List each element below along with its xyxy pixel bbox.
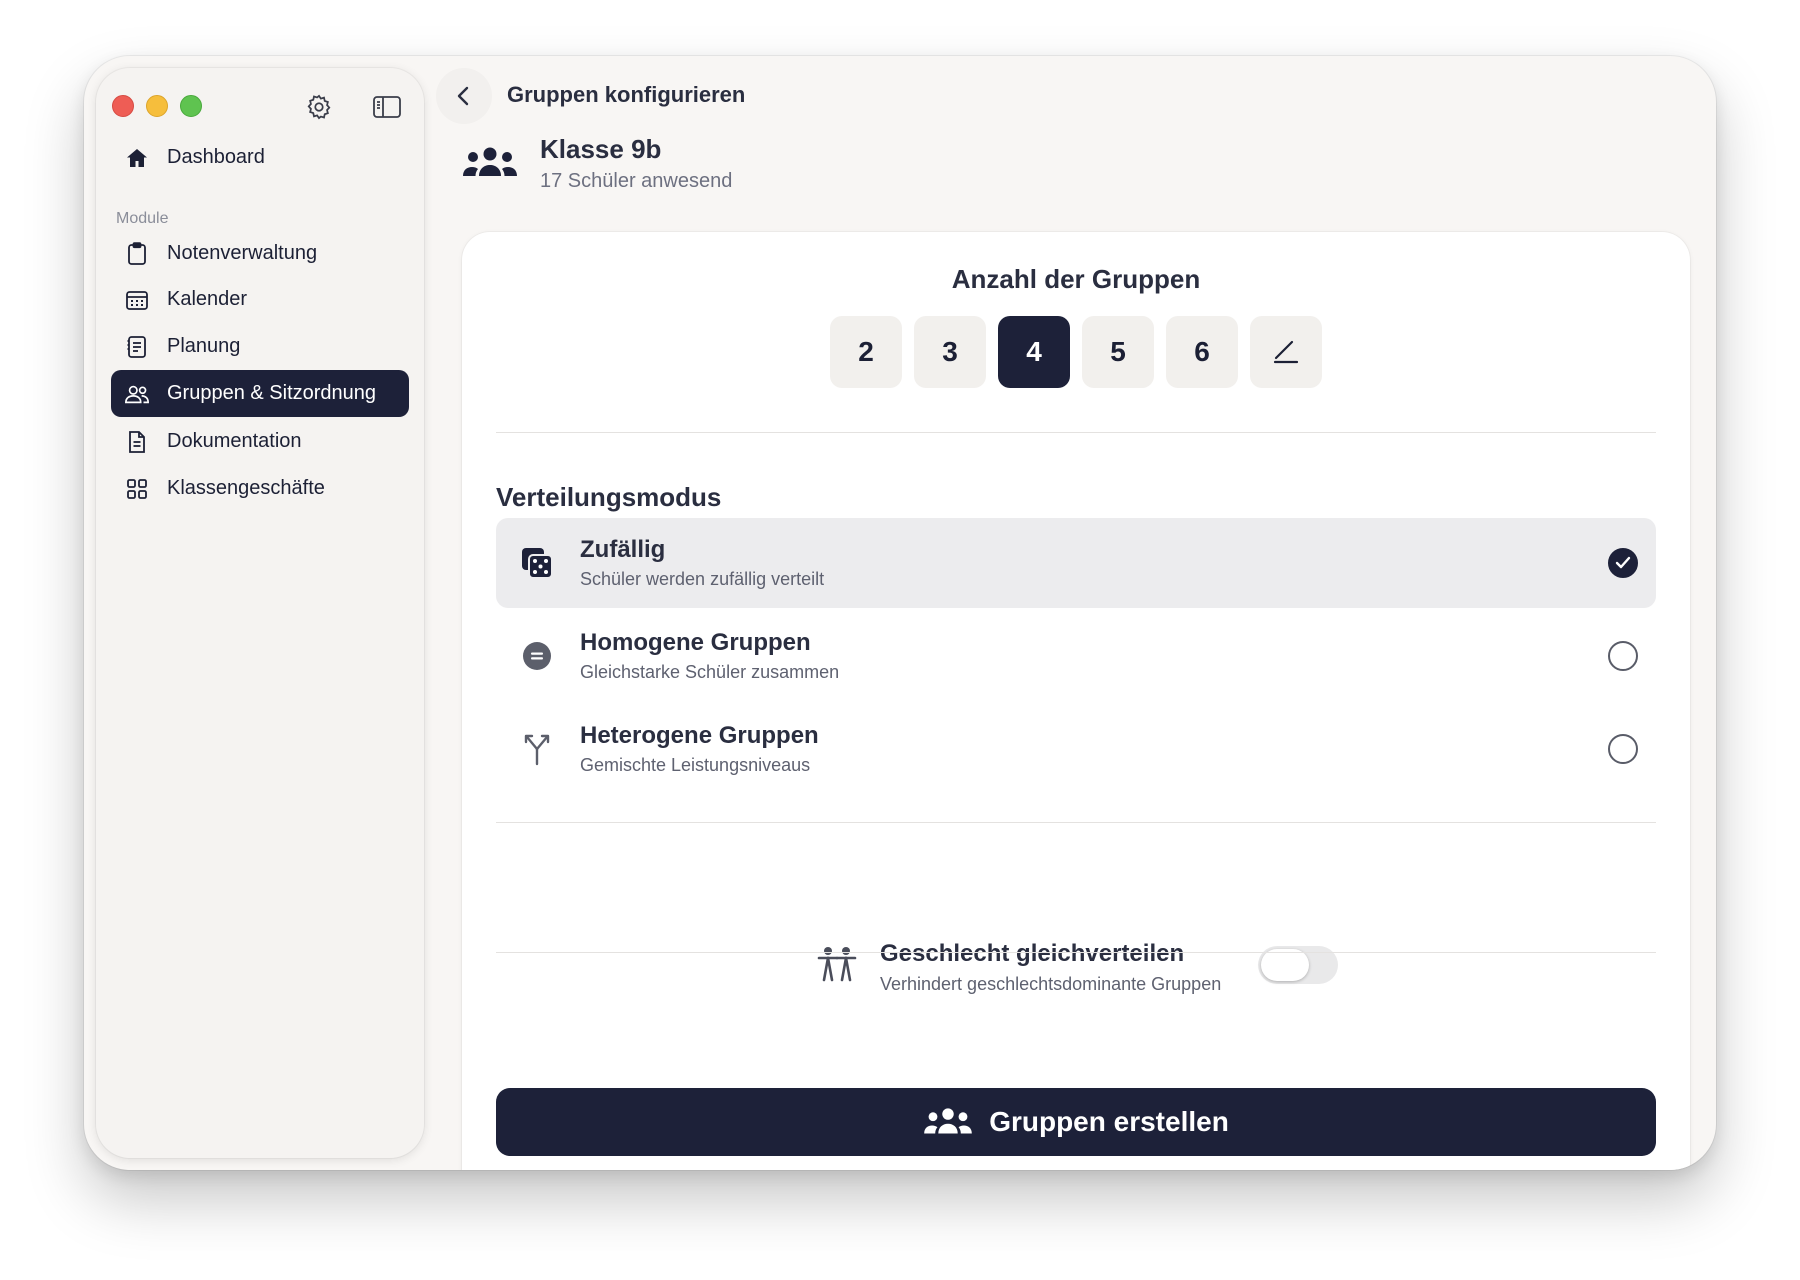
- dice-icon: [518, 544, 556, 582]
- app-window: Dashboard Module Notenverwaltung Kalende…: [84, 56, 1716, 1170]
- document-icon: [124, 429, 150, 455]
- group-count-option-5[interactable]: 5: [1082, 316, 1154, 388]
- notes-icon: [124, 334, 150, 360]
- mode-label: Heterogene Gruppen: [580, 722, 819, 749]
- mode-option-homogeneous[interactable]: Homogene Gruppen Gleichstarke Schüler zu…: [496, 611, 1656, 701]
- window-close-button[interactable]: [112, 95, 134, 117]
- gear-icon: [307, 94, 331, 120]
- gender-balance-label: Geschlecht gleichverteilen: [880, 940, 1185, 967]
- radio-unchecked[interactable]: [1608, 734, 1638, 764]
- sidebar-item-label: Dokumentation: [167, 430, 302, 452]
- sidebar-item-label: Klassengeschäfte: [167, 477, 325, 499]
- group-count-selector: 2 3 4 5 6: [830, 316, 1322, 388]
- chevron-left-icon: [457, 86, 469, 106]
- sidebar-item-label: Notenverwaltung: [167, 242, 318, 264]
- group-count-option-4[interactable]: 4: [998, 316, 1070, 388]
- attendance-count: 17 Schüler anwesend: [540, 170, 733, 192]
- sidebar-section-label: Module: [116, 210, 169, 227]
- page-title: Gruppen konfigurieren: [507, 82, 746, 107]
- group-count-option-3[interactable]: 3: [914, 316, 986, 388]
- sidebar-item-label: Kalender: [167, 288, 248, 310]
- divider: [496, 822, 1656, 823]
- divider: [496, 432, 1656, 433]
- create-groups-label: Gruppen erstellen: [989, 1106, 1229, 1137]
- create-groups-button[interactable]: Gruppen erstellen: [496, 1088, 1656, 1156]
- checkmark-icon: [1615, 556, 1631, 569]
- radio-checked[interactable]: [1608, 548, 1638, 578]
- settings-button[interactable]: [304, 92, 334, 122]
- toggle-knob: [1261, 949, 1309, 981]
- back-button[interactable]: [436, 68, 492, 124]
- custom-count-button[interactable]: [1250, 316, 1322, 388]
- window-maximize-button[interactable]: [180, 95, 202, 117]
- sidebar-item-klassengeschaefte[interactable]: Klassengeschäfte: [111, 465, 409, 512]
- grid-icon: [124, 476, 150, 502]
- sidebar: Dashboard Module Notenverwaltung Kalende…: [96, 68, 424, 1158]
- window-minimize-button[interactable]: [146, 95, 168, 117]
- clipboard-icon: [124, 241, 150, 267]
- branch-icon: [518, 730, 556, 768]
- divider: [496, 952, 1656, 953]
- sidebar-item-label: Gruppen & Sitzordnung: [167, 382, 377, 404]
- equal-circle-icon: [518, 637, 556, 675]
- sidebar-item-planung[interactable]: Planung: [111, 323, 409, 370]
- sidebar-item-dokumentation[interactable]: Dokumentation: [111, 418, 409, 465]
- mode-description: Gemischte Leistungsniveaus: [580, 755, 811, 775]
- sidebar-item-label: Dashboard: [167, 146, 265, 168]
- pencil-icon: [1273, 340, 1299, 364]
- class-name: Klasse 9b: [540, 134, 662, 164]
- radio-unchecked[interactable]: [1608, 641, 1638, 671]
- mode-description: Schüler werden zufällig verteilt: [580, 569, 825, 589]
- sidebar-item-gruppen[interactable]: Gruppen & Sitzordnung: [111, 370, 409, 417]
- sidebar-item-kalender[interactable]: Kalender: [111, 276, 409, 323]
- people-icon: [924, 1108, 973, 1134]
- sidebar-item-dashboard[interactable]: Dashboard: [111, 134, 409, 181]
- calendar-icon: [124, 287, 150, 313]
- group-count-option-6[interactable]: 6: [1166, 316, 1238, 388]
- people-icon: [124, 381, 150, 407]
- group-count-title: Anzahl der Gruppen: [951, 264, 1201, 294]
- mode-description: Gleichstarke Schüler zusammen: [580, 662, 840, 682]
- mode-label: Zufällig: [580, 536, 666, 563]
- mode-option-random[interactable]: Zufällig Schüler werden zufällig verteil…: [496, 518, 1656, 608]
- sidebar-item-label: Planung: [167, 335, 241, 357]
- sidebar-toggle-button[interactable]: [372, 92, 402, 122]
- mode-option-heterogeneous[interactable]: Heterogene Gruppen Gemischte Leistungsni…: [496, 704, 1656, 794]
- sidebar-icon: [373, 96, 401, 118]
- mode-label: Homogene Gruppen: [580, 629, 811, 656]
- distribution-title: Verteilungsmodus: [496, 482, 722, 512]
- gender-balance-description: Verhindert geschlechtsdominante Gruppen: [880, 974, 1222, 994]
- house-icon: [124, 145, 150, 171]
- class-group-icon: [462, 146, 518, 185]
- sidebar-item-notenverwaltung[interactable]: Notenverwaltung: [111, 230, 409, 277]
- group-count-option-2[interactable]: 2: [830, 316, 902, 388]
- group-config-card: Anzahl der Gruppen 2 3 4 5 6 Verteilungs…: [462, 232, 1690, 1170]
